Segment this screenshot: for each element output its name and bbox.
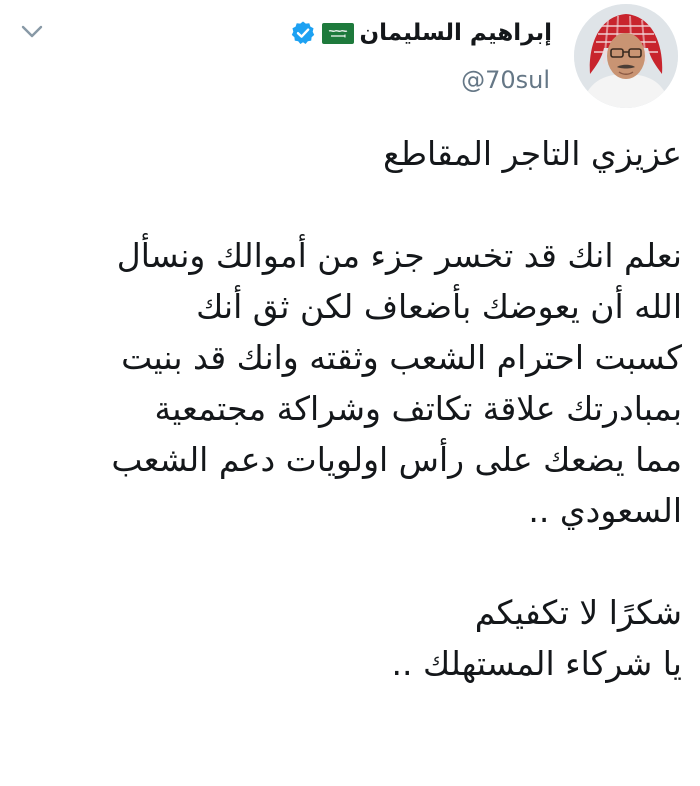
- body-line: يا شركاء المستهلك ..: [391, 644, 682, 683]
- body-line: السعودي ..: [528, 491, 682, 530]
- body-line: بمبادرتك علاقة تكاتف وشراكة مجتمعية: [154, 389, 682, 428]
- body-line: كسبت احترام الشعب وثقته وانك قد بنيت: [121, 338, 682, 377]
- greeting-line: عزيزي التاجر المقاطع: [383, 134, 682, 173]
- body-line: الله أن يعوضك بأضعاف لكن ثق أنك: [196, 287, 682, 326]
- body-line: شكرًا لا تكفيكم: [474, 593, 682, 632]
- name-row: إبراهيم السليمان: [290, 16, 552, 50]
- user-handle[interactable]: @70sul: [461, 66, 550, 94]
- tweet-body: عزيزي التاجر المقاطع نعلم انك قد تخسر جز…: [18, 128, 682, 689]
- body-line: مما يضعك على رأس اولويات دعم الشعب: [111, 440, 682, 479]
- verified-badge-glyph: [291, 21, 314, 44]
- saudi-flag-icon: [321, 22, 354, 44]
- tweet-card: إبراهيم السليمان @70sul عزيزي التاجر الم…: [0, 0, 700, 786]
- chevron-down-glyph: [21, 25, 43, 38]
- chevron-down-icon[interactable]: [18, 18, 46, 46]
- verified-badge-icon: [290, 20, 316, 46]
- display-name[interactable]: إبراهيم السليمان: [360, 20, 552, 46]
- body-line: نعلم انك قد تخسر جزء من أموالك ونسأل: [116, 236, 682, 275]
- avatar[interactable]: [574, 4, 678, 108]
- flag-emblem: [328, 30, 347, 38]
- avatar-portrait: [574, 4, 678, 108]
